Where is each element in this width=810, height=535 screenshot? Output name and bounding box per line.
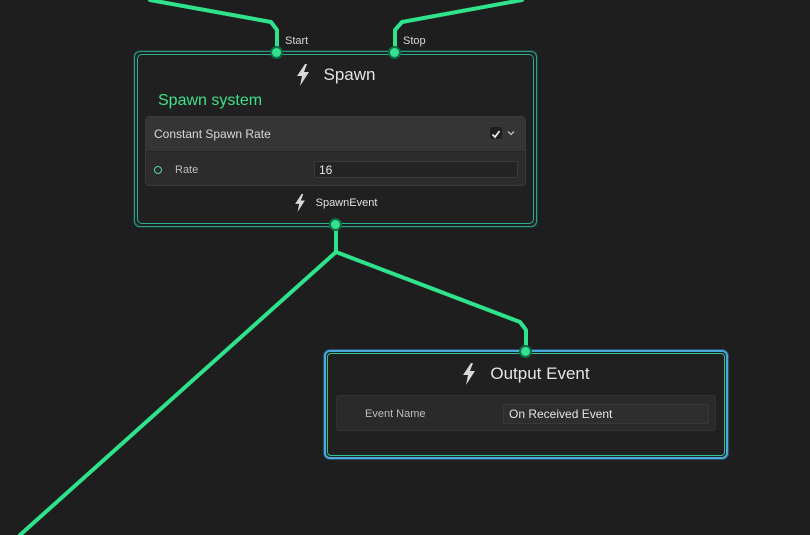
event-name-input[interactable] xyxy=(503,404,709,424)
rate-input-slot[interactable] xyxy=(154,166,162,174)
spawn-node-header[interactable]: Spawn xyxy=(135,64,536,86)
block-header[interactable]: Constant Spawn Rate xyxy=(146,117,525,152)
start-port-label: Start xyxy=(285,35,309,47)
constant-spawn-rate-block[interactable]: Constant Spawn Rate Rate xyxy=(145,116,526,186)
spawn-event-output-dot[interactable] xyxy=(331,220,340,229)
spawn-event-label: SpawnEvent xyxy=(315,197,378,209)
rate-field-row: Rate xyxy=(146,152,525,186)
lightning-bolt-icon xyxy=(463,363,476,385)
output-node-header[interactable]: Output Event xyxy=(326,363,726,385)
edge-spawn-to-output[interactable] xyxy=(334,250,528,354)
event-name-field-row: Event Name xyxy=(336,395,716,431)
graph-canvas[interactable]: Spawn Start Stop Spawn system Constant S… xyxy=(0,0,810,535)
stop-port-label: Stop xyxy=(403,35,426,47)
spawn-node-title: Spawn xyxy=(323,65,376,84)
rate-input[interactable] xyxy=(314,161,518,178)
chevron-down-icon[interactable] xyxy=(506,128,516,138)
checkmark-icon xyxy=(491,130,501,139)
block-title: Constant Spawn Rate xyxy=(154,127,271,141)
start-input-port[interactable] xyxy=(272,48,281,57)
lightning-bolt-icon xyxy=(294,194,305,212)
spawn-event-output-port[interactable]: SpawnEvent xyxy=(134,191,537,215)
output-node-title: Output Event xyxy=(490,364,590,383)
output-event-input-port[interactable] xyxy=(521,347,530,356)
edge-spawn-to-offscreen[interactable] xyxy=(18,223,338,535)
block-enabled-checkbox[interactable] xyxy=(490,127,502,139)
edge-to-start[interactable] xyxy=(148,0,279,55)
lightning-bolt-icon xyxy=(296,64,309,86)
system-name[interactable]: Spawn system xyxy=(158,92,262,110)
stop-input-port[interactable] xyxy=(390,48,399,57)
rate-label: Rate xyxy=(175,164,199,176)
event-name-label: Event Name xyxy=(365,408,426,420)
